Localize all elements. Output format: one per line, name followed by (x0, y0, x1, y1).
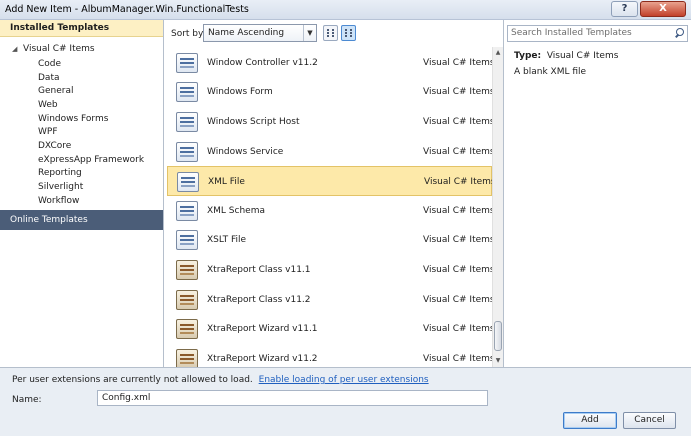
template-description: A blank XML file (514, 67, 587, 77)
template-category: Visual C# Items (423, 324, 492, 334)
extensions-message-line: Per user extensions are currently not al… (12, 375, 429, 385)
template-name: Windows Script Host (207, 117, 300, 127)
templates-sidebar: Installed Templates ◢ Visual C# Items Cod… (0, 20, 164, 367)
template-name: Windows Service (207, 147, 284, 157)
title-bar: Add New Item - AlbumManager.Win.Function… (0, 0, 691, 20)
chevron-down-icon[interactable]: ▼ (303, 25, 316, 41)
template-name: XtraReport Class v11.1 (207, 265, 311, 275)
online-templates-item[interactable]: Online Templates (0, 210, 163, 230)
tree-item-web[interactable]: Web (38, 100, 58, 113)
template-list-scrollbar[interactable]: ▲ ▼ (492, 47, 503, 367)
medium-icons-view-icon (345, 29, 352, 37)
template-row-selected[interactable]: XML File Visual C# Items (167, 166, 492, 196)
window-title: Add New Item - AlbumManager.Win.Function… (5, 4, 249, 15)
sort-select-value: Name Ascending (208, 28, 285, 38)
dialog-footer: Per user extensions are currently not al… (0, 367, 691, 436)
installed-templates-header[interactable]: Installed Templates (0, 20, 163, 37)
extensions-message: Per user extensions are currently not al… (12, 375, 253, 385)
template-name: XML File (208, 177, 245, 187)
tree-item-workflow[interactable]: Workflow (38, 196, 79, 209)
tree-item-data[interactable]: Data (38, 73, 60, 86)
template-row[interactable]: XML Schema Visual C# Items (167, 196, 492, 226)
enable-extensions-link[interactable]: Enable loading of per user extensions (259, 375, 429, 385)
name-field[interactable]: Config.xml (97, 390, 488, 406)
template-name: XtraReport Wizard v11.2 (207, 354, 318, 364)
tree-root-visual-csharp-items[interactable]: ◢ Visual C# Items (12, 44, 95, 57)
template-row[interactable]: Windows Form Visual C# Items (167, 77, 492, 107)
sort-toolbar: Sort by: Name Ascending ▼ (165, 20, 503, 47)
template-category: Visual C# Items (423, 147, 492, 157)
xml-file-icon (177, 172, 199, 192)
details-pane: Search Installed Templates Type: Visual … (503, 20, 691, 367)
template-category: Visual C# Items (423, 354, 492, 364)
template-category: Visual C# Items (423, 117, 492, 127)
search-icon[interactable] (674, 27, 684, 39)
script-host-icon (176, 112, 198, 132)
windows-service-icon (176, 142, 198, 162)
name-label: Name: (12, 395, 42, 405)
small-icons-view-button[interactable] (323, 25, 338, 41)
xslt-file-icon (176, 230, 198, 250)
type-value: Visual C# Items (546, 51, 619, 61)
add-button[interactable]: Add (563, 412, 617, 429)
template-category: Visual C# Items (424, 177, 492, 187)
xtrareport-class-icon (176, 290, 198, 310)
windows-form-icon (176, 82, 198, 102)
template-row[interactable]: XSLT File Visual C# Items (167, 225, 492, 255)
type-line: Type: Visual C# Items (514, 51, 618, 61)
search-input[interactable]: Search Installed Templates (507, 25, 688, 42)
template-category: Visual C# Items (423, 58, 492, 68)
xtrareport-class-icon (176, 260, 198, 280)
tree-item-expressapp-framework[interactable]: eXpressApp Framework (38, 155, 144, 168)
tree-item-code[interactable]: Code (38, 59, 61, 72)
tree-item-dxcore[interactable]: DXCore (38, 141, 71, 154)
xtrareport-wizard-icon (176, 349, 198, 367)
template-category: Visual C# Items (423, 206, 492, 216)
xtrareport-wizard-icon (176, 319, 198, 339)
template-name: Window Controller v11.2 (207, 58, 318, 68)
template-row[interactable]: Windows Service Visual C# Items (167, 137, 492, 167)
tree-item-silverlight[interactable]: Silverlight (38, 182, 83, 195)
type-label: Type: (514, 51, 542, 61)
template-category: Visual C# Items (423, 87, 492, 97)
template-list-pane: Sort by: Name Ascending ▼ Window Control… (165, 20, 503, 367)
medium-icons-view-button[interactable] (341, 25, 356, 41)
template-list: Window Controller v11.2 Visual C# Items … (165, 47, 492, 367)
small-icons-view-icon (327, 29, 334, 37)
scroll-down-icon[interactable]: ▼ (493, 355, 503, 367)
scroll-up-icon[interactable]: ▲ (493, 47, 503, 59)
expand-arrow-icon[interactable]: ◢ (12, 45, 23, 53)
template-name: XtraReport Class v11.2 (207, 295, 311, 305)
xml-schema-icon (176, 201, 198, 221)
tree-item-reporting[interactable]: Reporting (38, 168, 82, 181)
search-placeholder: Search Installed Templates (511, 28, 632, 38)
tree-item-windows-forms[interactable]: Windows Forms (38, 114, 108, 127)
tree-item-general[interactable]: General (38, 86, 73, 99)
template-category: Visual C# Items (423, 235, 492, 245)
template-row[interactable]: Windows Script Host Visual C# Items (167, 107, 492, 137)
help-button[interactable]: ? (611, 1, 638, 17)
template-name: XSLT File (207, 235, 247, 245)
template-name: XML Schema (207, 206, 265, 216)
close-button[interactable]: X (640, 1, 686, 17)
template-category: Visual C# Items (423, 265, 492, 275)
template-row[interactable]: XtraReport Class v11.1 Visual C# Items (167, 255, 492, 285)
template-category: Visual C# Items (423, 295, 492, 305)
sort-select[interactable]: Name Ascending ▼ (203, 24, 317, 42)
template-row[interactable]: XtraReport Wizard v11.2 Visual C# Items (167, 344, 492, 367)
template-name: Windows Form (207, 87, 273, 97)
tree-root-label: Visual C# Items (23, 44, 95, 54)
cancel-button[interactable]: Cancel (623, 412, 676, 429)
tree-item-wpf[interactable]: WPF (38, 127, 58, 140)
template-row[interactable]: XtraReport Wizard v11.1 Visual C# Items (167, 314, 492, 344)
template-name: XtraReport Wizard v11.1 (207, 324, 318, 334)
template-row[interactable]: XtraReport Class v11.2 Visual C# Items (167, 285, 492, 315)
sort-by-label: Sort by: (171, 29, 206, 39)
template-row[interactable]: Window Controller v11.2 Visual C# Items (167, 48, 492, 78)
window-controller-icon (176, 53, 198, 73)
scrollbar-thumb[interactable] (494, 321, 502, 351)
